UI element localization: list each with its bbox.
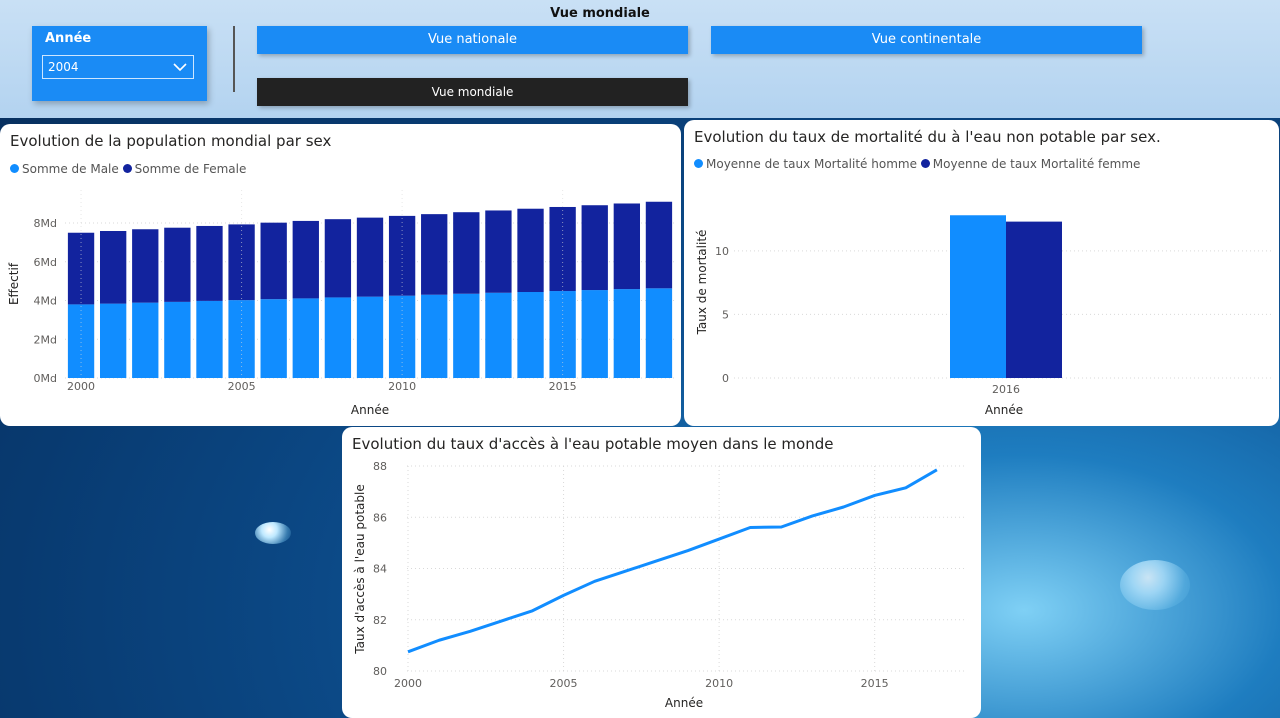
bar-female bbox=[292, 220, 319, 299]
bar-female bbox=[196, 225, 223, 301]
water-splash-image bbox=[1120, 560, 1190, 610]
y-tick-label: 80 bbox=[373, 665, 387, 678]
bar-female bbox=[485, 210, 512, 293]
bar-female bbox=[421, 214, 448, 295]
y-tick-label: 86 bbox=[373, 511, 387, 524]
year-dropdown[interactable]: 2004 bbox=[42, 55, 194, 79]
bar-female bbox=[260, 222, 287, 300]
y-tick-label: 84 bbox=[373, 563, 387, 576]
mortality-chart: Taux de mortalité Année 0 5 10 2016 bbox=[695, 215, 1274, 417]
bar-male bbox=[645, 288, 673, 378]
bar-male bbox=[421, 294, 448, 378]
x-axis-title: Année bbox=[351, 403, 389, 417]
y-tick-label: 4Md bbox=[34, 295, 57, 308]
x-tick-label: 2010 bbox=[388, 380, 416, 393]
year-slicer: Année 2004 bbox=[32, 26, 207, 101]
bar-female bbox=[581, 205, 608, 291]
bar-male bbox=[324, 297, 352, 378]
x-tick-label: 2000 bbox=[67, 380, 95, 393]
bar-male bbox=[517, 292, 544, 378]
x-tick-label: 2015 bbox=[861, 677, 889, 690]
y-tick-label: 6Md bbox=[34, 256, 57, 269]
bar-male bbox=[388, 295, 416, 378]
bar-male bbox=[132, 302, 159, 378]
bar-male bbox=[356, 296, 384, 378]
x-tick-label: 2016 bbox=[992, 383, 1020, 396]
y-tick-label: 8Md bbox=[34, 217, 57, 230]
bar-male bbox=[164, 301, 191, 378]
water-access-line bbox=[407, 468, 938, 654]
bar-female bbox=[99, 230, 127, 304]
water-access-chart: Taux d'accès à l'eau potable Année 80 82 8… bbox=[353, 460, 967, 710]
x-tick-label: 2000 bbox=[394, 677, 422, 690]
year-dropdown-value: 2004 bbox=[48, 60, 79, 74]
y-axis-title: Taux de mortalité bbox=[695, 230, 709, 336]
bar-male bbox=[292, 298, 319, 378]
y-axis-title: Taux d'accès à l'eau potable bbox=[353, 484, 367, 654]
bar-female bbox=[613, 203, 641, 290]
x-tick-label: 2015 bbox=[549, 380, 577, 393]
bar-female bbox=[132, 229, 159, 303]
world-view-button[interactable]: Vue mondiale bbox=[257, 78, 688, 106]
year-slicer-label: Année bbox=[45, 31, 92, 46]
bar-male bbox=[453, 293, 480, 378]
y-tick-label: 88 bbox=[373, 460, 387, 473]
population-chart-card: Evolution de la population mondial par s… bbox=[0, 124, 681, 426]
national-view-button[interactable]: Vue nationale bbox=[257, 26, 688, 54]
bar-male bbox=[581, 290, 608, 378]
bar-female bbox=[356, 217, 384, 297]
bar-female bbox=[453, 212, 480, 294]
bar-female bbox=[324, 219, 352, 298]
mortality-chart-card: Evolution du taux de mortalité du à l'ea… bbox=[684, 120, 1279, 426]
population-chart: Effectif Année 0Md 2Md 4Md 6Md 8Md 2000 2005 20… bbox=[7, 190, 675, 417]
y-axis-title: Effectif bbox=[7, 262, 21, 305]
y-tick-label: 0 bbox=[722, 372, 729, 385]
x-axis-title: Année bbox=[665, 696, 703, 710]
y-tick-label: 0Md bbox=[34, 372, 57, 385]
chevron-down-icon bbox=[173, 63, 187, 72]
bar-male bbox=[485, 292, 512, 378]
x-tick-label: 2005 bbox=[550, 677, 578, 690]
y-tick-label: 82 bbox=[373, 614, 387, 627]
x-axis-title: Année bbox=[985, 403, 1023, 417]
bar-male bbox=[99, 303, 127, 378]
bar-female-mortality bbox=[1006, 221, 1062, 378]
x-tick-label: 2005 bbox=[228, 380, 256, 393]
divider bbox=[233, 26, 235, 92]
bar-female bbox=[517, 208, 544, 293]
bar-female bbox=[67, 232, 95, 305]
bar-female bbox=[164, 227, 191, 302]
x-tick-label: 2010 bbox=[705, 677, 733, 690]
continental-view-button[interactable]: Vue continentale bbox=[711, 26, 1142, 54]
bar-male-mortality bbox=[950, 215, 1006, 378]
bar-female bbox=[645, 201, 673, 289]
y-tick-label: 10 bbox=[715, 245, 729, 258]
page-title: Vue mondiale bbox=[550, 6, 650, 21]
y-tick-label: 5 bbox=[722, 308, 729, 321]
bar-male bbox=[196, 300, 223, 378]
y-tick-label: 2Md bbox=[34, 333, 57, 346]
bar-female bbox=[388, 215, 416, 296]
water-access-chart-card: Evolution du taux d'accès à l'eau potabl… bbox=[342, 427, 981, 718]
bar-male bbox=[613, 289, 641, 378]
water-drop-image bbox=[255, 522, 291, 544]
bar-male bbox=[260, 299, 287, 378]
